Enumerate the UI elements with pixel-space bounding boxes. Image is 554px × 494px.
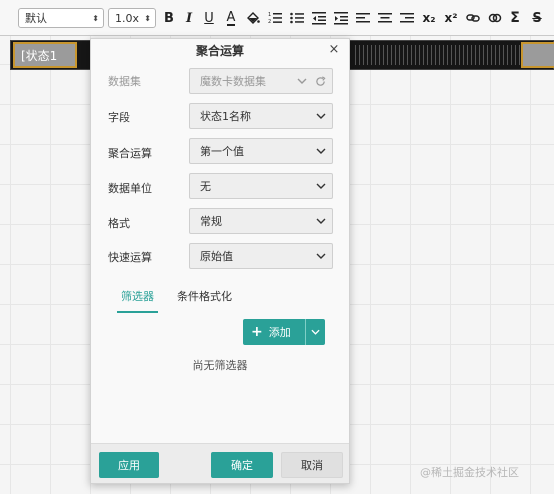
watermark-text: @稀土掘金技术社区 <box>420 466 519 479</box>
italic-button[interactable]: I <box>180 8 198 28</box>
link-button[interactable] <box>464 8 482 28</box>
font-color-button[interactable]: A <box>222 8 240 28</box>
font-color-icon: A <box>226 9 236 26</box>
aggregate-dialog: 聚合运算 × 数据集 魔数卡数据集 字段 状态1名称 聚合运算 第一个值 数据单… <box>90 38 350 484</box>
chevron-down-icon <box>316 253 326 259</box>
refresh-icon <box>316 75 326 86</box>
align-center-button[interactable] <box>376 8 394 28</box>
sum-icon: Σ <box>510 10 520 26</box>
unordered-list-icon <box>290 12 304 24</box>
aggregate-value: 第一个值 <box>200 145 244 158</box>
formatting-toolbar: 默认 ⬍ 1.0x ⬍ B I U A 12 x₂ x² Σ S <box>0 0 554 36</box>
unordered-list-button[interactable] <box>288 8 306 28</box>
dataset-label: 数据集 <box>108 75 141 88</box>
chevron-down-icon <box>311 329 320 335</box>
quick-calc-select[interactable]: 原始值 <box>189 243 333 269</box>
select-arrows-icon: ⬍ <box>144 13 151 23</box>
svg-text:1: 1 <box>268 12 271 18</box>
close-icon[interactable]: × <box>327 43 341 57</box>
aggregate-select[interactable]: 第一个值 <box>189 138 333 164</box>
align-right-button[interactable] <box>398 8 416 28</box>
align-center-icon <box>378 13 392 23</box>
size-select[interactable]: 1.0x ⬍ <box>108 8 156 28</box>
ordered-list-button[interactable]: 12 <box>266 8 284 28</box>
align-right-icon <box>400 13 414 23</box>
outdent-icon <box>312 12 326 25</box>
select-arrows-icon: ⬍ <box>92 13 99 23</box>
chevron-down-icon <box>297 78 307 84</box>
indent-button[interactable] <box>332 8 350 28</box>
aggregate-label: 聚合运算 <box>108 147 152 160</box>
underline-button[interactable]: U <box>200 8 218 28</box>
unit-value: 无 <box>200 180 211 193</box>
link-icon <box>466 14 480 22</box>
chevron-down-icon <box>316 218 326 224</box>
add-filter-button[interactable]: + 添加 <box>243 319 325 345</box>
cancel-button[interactable]: 取消 <box>281 452 343 478</box>
chain-link-button[interactable] <box>486 8 504 28</box>
add-filter-dropdown[interactable] <box>305 319 325 345</box>
bold-icon: B <box>164 10 174 26</box>
align-left-icon <box>356 13 370 23</box>
ordered-list-icon: 12 <box>268 12 282 25</box>
chevron-down-icon <box>316 183 326 189</box>
sum-button[interactable]: Σ <box>506 8 524 28</box>
strikethrough-icon: S <box>532 10 542 26</box>
dataset-select: 魔数卡数据集 <box>189 68 333 94</box>
tab-conditional-format[interactable]: 条件格式化 <box>177 285 232 315</box>
subscript-button[interactable]: x₂ <box>420 8 438 28</box>
selected-cell-label: [状态1 <box>21 48 58 63</box>
cell-right-edge[interactable] <box>521 42 554 68</box>
format-label: 格式 <box>108 217 130 230</box>
add-filter-label: 添加 <box>268 326 291 339</box>
dialog-title: 聚合运算 <box>195 44 244 58</box>
fill-color-button[interactable] <box>244 8 262 28</box>
quick-calc-label: 快速运算 <box>108 251 152 264</box>
font-select[interactable]: 默认 ⬍ <box>18 8 104 28</box>
italic-icon: I <box>185 10 193 26</box>
empty-filters-text: 尚无筛选器 <box>192 359 248 372</box>
size-select-value: 1.0x <box>115 11 140 25</box>
dialog-footer: 应用 确定 取消 <box>91 443 349 483</box>
field-select[interactable]: 状态1名称 <box>189 103 333 129</box>
indent-icon <box>334 12 348 25</box>
paint-bucket-icon <box>247 12 260 24</box>
dataset-value: 魔数卡数据集 <box>200 75 266 88</box>
unit-select[interactable]: 无 <box>189 173 333 199</box>
bold-button[interactable]: B <box>160 8 178 28</box>
quick-calc-value: 原始值 <box>200 250 233 263</box>
superscript-icon: x² <box>444 11 458 25</box>
apply-button[interactable]: 应用 <box>99 452 159 478</box>
chevron-down-icon <box>316 113 326 119</box>
subscript-icon: x₂ <box>422 11 436 25</box>
add-filter-main[interactable]: + 添加 <box>243 324 305 340</box>
format-value: 常规 <box>200 215 222 228</box>
font-select-value: 默认 <box>25 12 47 25</box>
selected-cell[interactable]: [状态1 <box>13 42 77 68</box>
format-select[interactable]: 常规 <box>189 208 333 234</box>
underline-icon: U <box>204 10 214 26</box>
plus-icon: + <box>251 324 263 340</box>
field-value: 状态1名称 <box>200 110 251 123</box>
outdent-button[interactable] <box>310 8 328 28</box>
chevron-down-icon <box>316 148 326 154</box>
filter-tabs: 筛选器 条件格式化 <box>113 285 313 315</box>
unit-label: 数据单位 <box>108 182 152 195</box>
strikethrough-button[interactable]: S <box>528 8 546 28</box>
field-label: 字段 <box>108 111 130 124</box>
tab-filters[interactable]: 筛选器 <box>117 285 158 315</box>
chain-icon <box>488 13 502 23</box>
superscript-button[interactable]: x² <box>442 8 460 28</box>
confirm-button[interactable]: 确定 <box>211 452 273 478</box>
svg-text:2: 2 <box>268 19 271 25</box>
align-left-button[interactable] <box>354 8 372 28</box>
